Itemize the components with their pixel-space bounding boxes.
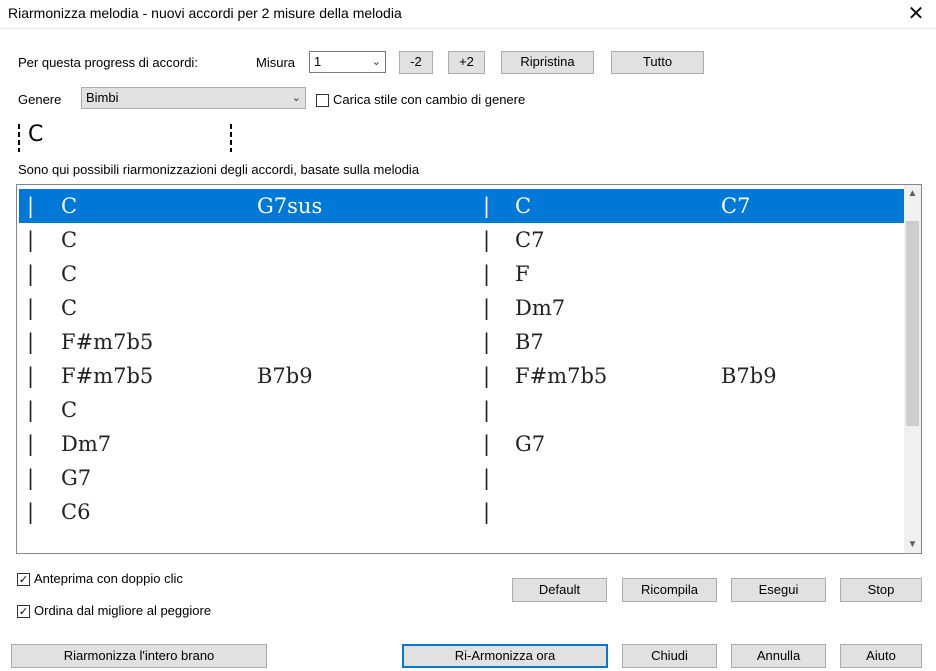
bar-line: | xyxy=(27,398,35,422)
reharmonization-list[interactable]: | C G7sus | C C7 | C | C7 | C | F | C | … xyxy=(16,184,922,554)
chord-cell: F#m7b5 xyxy=(515,364,608,388)
bar-line: | xyxy=(27,262,35,286)
default-button[interactable]: Default xyxy=(512,578,607,602)
vertical-scrollbar[interactable]: ▲ ▼ xyxy=(904,185,921,553)
plus-2-button[interactable]: +2 xyxy=(448,51,485,74)
chord-cell: C7 xyxy=(515,228,545,252)
all-button[interactable]: Tutto xyxy=(611,51,704,74)
bar-line: | xyxy=(483,330,491,354)
list-caption: Sono qui possibili riarmonizzazioni degl… xyxy=(18,162,420,177)
list-item[interactable]: | Dm7 | G7 xyxy=(19,427,905,461)
measure-select[interactable]: 1 ⌄ xyxy=(309,51,386,73)
chevron-down-icon: ⌄ xyxy=(291,92,301,104)
genre-select[interactable]: Bimbi ⌄ xyxy=(81,87,306,109)
window-title: Riarmonizza melodia - nuovi accordi per … xyxy=(8,5,402,21)
bar-line: | xyxy=(483,364,491,388)
preview-label: Anteprima con doppio clic xyxy=(34,571,183,586)
bar-line: | xyxy=(27,330,35,354)
stop-button[interactable]: Stop xyxy=(840,578,922,602)
chord-cell: B7b9 xyxy=(721,364,777,388)
chord-cell: F#m7b5 xyxy=(61,330,154,354)
title-bar: Riarmonizza melodia - nuovi accordi per … xyxy=(0,0,936,29)
reset-button[interactable]: Ripristina xyxy=(501,51,594,74)
measure-value: 1 xyxy=(314,54,322,69)
bar-line: | xyxy=(483,194,491,218)
bar-line: | xyxy=(27,228,35,252)
reharmonize-all-button[interactable]: Riarmonizza l'intero brano xyxy=(11,644,267,668)
scroll-thumb[interactable] xyxy=(906,221,919,426)
bar-line xyxy=(18,124,20,152)
bar-line: | xyxy=(27,296,35,320)
list-item[interactable]: | C6 | xyxy=(19,495,905,529)
bar-line: | xyxy=(483,500,491,524)
chord-cell: C xyxy=(515,194,532,218)
chord-cell: G7sus xyxy=(257,194,323,218)
help-button[interactable]: Aiuto xyxy=(840,644,922,668)
close-icon[interactable]: ✕ xyxy=(896,0,936,28)
load-style-checkbox[interactable] xyxy=(316,94,329,107)
bar-line: | xyxy=(483,228,491,252)
bar-line: | xyxy=(483,432,491,456)
chord-cell: G7 xyxy=(515,432,546,456)
current-chord-display: C xyxy=(16,120,256,158)
bar-line: | xyxy=(483,262,491,286)
chevron-down-icon: ⌄ xyxy=(371,56,381,68)
bar-line: | xyxy=(27,194,35,218)
bar-line: | xyxy=(27,364,35,388)
genre-value: Bimbi xyxy=(86,90,119,105)
list-item[interactable]: | C | C7 xyxy=(19,223,905,257)
chord-cell: C xyxy=(61,228,78,252)
bar-line: | xyxy=(27,466,35,490)
reharmonize-now-button[interactable]: Ri-Armonizza ora xyxy=(402,644,608,668)
genre-label: Genere xyxy=(18,92,62,107)
bar-line xyxy=(230,124,232,152)
chord-cell: C xyxy=(61,398,78,422)
chord-cell: C7 xyxy=(721,194,751,218)
bar-line: | xyxy=(483,398,491,422)
chord-cell: C xyxy=(61,194,78,218)
load-style-label: Carica stile con cambio di genere xyxy=(333,92,526,107)
chord-cell: Dm7 xyxy=(515,296,566,320)
chord-cell: C xyxy=(61,262,78,286)
chord-cell: C6 xyxy=(61,500,91,524)
scroll-up-icon[interactable]: ▲ xyxy=(904,185,921,202)
list-item[interactable]: | C | xyxy=(19,393,905,427)
progress-label: Per questa progress di accordi: xyxy=(18,55,198,70)
scroll-down-icon[interactable]: ▼ xyxy=(904,536,921,553)
list-item[interactable]: | G7 | xyxy=(19,461,905,495)
bar-line: | xyxy=(27,432,35,456)
chord-cell: Dm7 xyxy=(61,432,112,456)
chord-cell: F#m7b5 xyxy=(61,364,154,388)
close-button[interactable]: Chiudi xyxy=(622,644,717,668)
run-button[interactable]: Esegui xyxy=(731,578,826,602)
minus-2-button[interactable]: -2 xyxy=(399,51,433,74)
list-item[interactable]: | C | Dm7 xyxy=(19,291,905,325)
chord-cell: G7 xyxy=(61,466,92,490)
list-item[interactable]: | C G7sus | C C7 xyxy=(19,189,905,223)
list-item[interactable]: | F#m7b5 | B7 xyxy=(19,325,905,359)
preview-checkbox[interactable]: ✓ xyxy=(17,573,30,586)
chord-cell: C xyxy=(61,296,78,320)
list-item[interactable]: | F#m7b5 B7b9 | F#m7b5 B7b9 xyxy=(19,359,905,393)
list-item[interactable]: | C | F xyxy=(19,257,905,291)
current-chord: C xyxy=(28,122,44,147)
chord-cell: F xyxy=(515,262,530,286)
recompile-button[interactable]: Ricompila xyxy=(622,578,717,602)
chord-cell: B7 xyxy=(515,330,544,354)
sort-label: Ordina dal migliore al peggiore xyxy=(34,603,212,618)
bar-line: | xyxy=(483,296,491,320)
bar-line: | xyxy=(483,466,491,490)
cancel-button[interactable]: Annulla xyxy=(731,644,826,668)
sort-checkbox[interactable]: ✓ xyxy=(17,605,30,618)
bar-line: | xyxy=(27,500,35,524)
measure-label: Misura xyxy=(256,55,296,70)
chord-cell: B7b9 xyxy=(257,364,313,388)
